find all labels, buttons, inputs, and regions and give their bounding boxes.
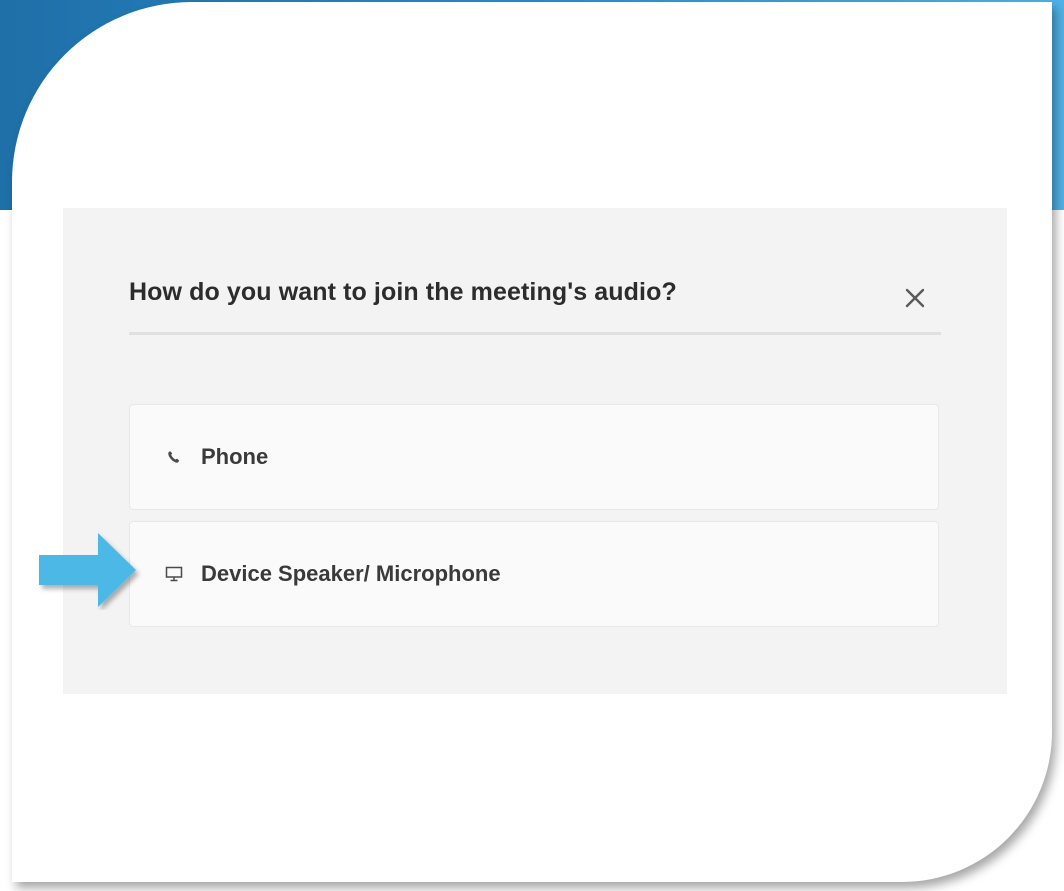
close-button[interactable] <box>899 282 931 314</box>
close-icon <box>905 288 925 308</box>
pointer-arrow-icon <box>39 533 136 607</box>
audio-join-dialog: How do you want to join the meeting's au… <box>63 208 1007 694</box>
phone-option-label: Phone <box>201 444 269 469</box>
device-speaker-option[interactable]: Device Speaker/ Microphone <box>129 521 939 627</box>
dialog-title: How do you want to join the meeting's au… <box>129 278 677 306</box>
monitor-icon <box>165 565 183 583</box>
phone-icon <box>165 448 183 466</box>
title-divider <box>129 332 941 335</box>
device-speaker-option-label: Device Speaker/ Microphone <box>201 561 501 586</box>
phone-option[interactable]: Phone <box>129 404 939 510</box>
